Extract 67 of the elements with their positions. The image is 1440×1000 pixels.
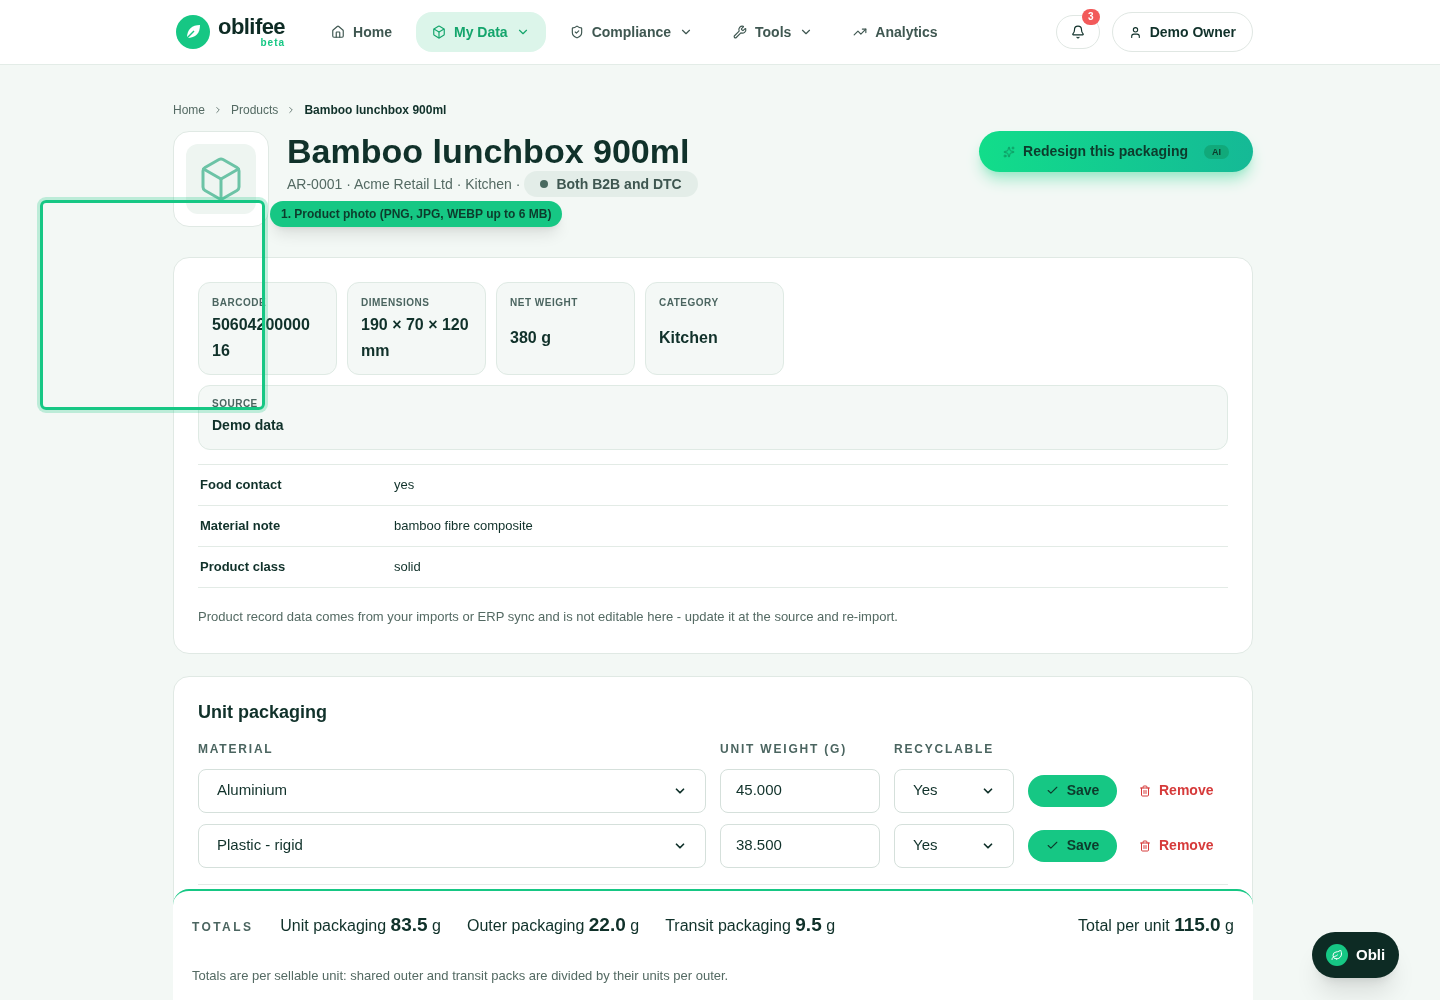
attribute-value: bamboo fibre composite <box>394 517 533 536</box>
redesign-button[interactable]: Redesign this packaging AI <box>979 131 1253 172</box>
total-item: Transit packaging 9.5 g <box>665 913 836 937</box>
attribute-name: Food contact <box>200 476 283 495</box>
product-meta: AR-0001 · Acme Retail Ltd · Kitchen · <box>287 174 521 194</box>
save-button[interactable]: Save <box>1028 774 1117 807</box>
stat-value: Kitchen <box>659 328 718 348</box>
channel-pill: Both B2B and DTC <box>524 171 698 197</box>
tour-tooltip: 1. Product photo (PNG, JPG, WEBP up to 6 MB) <box>270 201 563 227</box>
nav-item[interactable]: Analytics <box>837 12 954 52</box>
nav-item[interactable]: Compliance <box>553 12 709 52</box>
remove-button[interactable]: Remove <box>1139 835 1214 856</box>
totals-note: Totals are per sellable unit: shared outer and transit packs are divided by their units per outer. <box>192 966 730 985</box>
record-note: Product record data comes from your imports or ERP sync and is not editable here - update it at the source and re-import. <box>198 608 899 626</box>
totals-label: TOTALS <box>192 919 254 936</box>
notification-badge: 3 <box>1082 9 1100 25</box>
recyclable-select[interactable]: Yes <box>894 768 1014 813</box>
brand-name: oblifee <box>218 16 286 38</box>
breadcrumb-separator-icon <box>213 105 223 115</box>
column-header: RECYCLABLE <box>894 740 994 758</box>
stat-label: CATEGORY <box>659 296 720 310</box>
stat-label: NET WEIGHT <box>510 296 579 310</box>
cube-icon <box>431 25 446 39</box>
remove-button[interactable]: Remove <box>1139 780 1214 801</box>
check-icon <box>1045 784 1059 797</box>
material-select[interactable]: Aluminium <box>198 768 706 813</box>
breadcrumb-link[interactable]: Products <box>231 101 279 119</box>
stat-value: 190 × 70 × 120 mm <box>361 315 470 361</box>
total-item: Outer packaging 22.0 g <box>466 913 640 937</box>
beta-label: beta <box>260 38 286 48</box>
wrench-icon <box>733 25 747 39</box>
section-title: Unit packaging <box>198 700 328 724</box>
attribute-value: solid <box>394 558 421 577</box>
attribute-name: Material note <box>200 517 282 536</box>
source-value: Demo data <box>212 416 285 435</box>
breadcrumb-current: Bamboo lunchbox 900ml <box>304 102 447 119</box>
user-menu-button[interactable]: Demo Owner <box>1111 12 1253 52</box>
grand-total: Total per unit 115.0 g <box>1078 913 1234 937</box>
column-header: UNIT WEIGHT (G) <box>720 740 848 758</box>
material-select[interactable]: Plastic - rigid <box>198 823 706 868</box>
sparkle-icon <box>1003 145 1016 158</box>
breadcrumb-link[interactable]: Home <box>173 101 205 119</box>
shield-icon <box>569 25 584 39</box>
weight-field[interactable]: 45.000 <box>720 768 880 813</box>
total-item: Unit packaging 83.5 g <box>280 913 441 937</box>
trash-icon <box>1139 839 1151 852</box>
leaf-logo-icon <box>176 15 210 49</box>
check-icon <box>1045 839 1059 852</box>
column-header: MATERIAL <box>198 740 275 758</box>
product-title: Bamboo lunchbox 900ml <box>287 133 691 169</box>
weight-field[interactable]: 38.500 <box>720 823 880 868</box>
nav-item[interactable]: Tools <box>717 12 830 52</box>
attribute-name: Product class <box>200 558 287 577</box>
stat-value: 380 g <box>510 328 551 348</box>
bell-icon <box>1070 25 1085 39</box>
assistant-button[interactable]: Obli <box>1312 932 1400 978</box>
user-icon <box>1128 25 1142 39</box>
ai-badge: AI <box>1204 144 1229 159</box>
home-icon <box>331 25 346 39</box>
recyclable-select[interactable]: Yes <box>894 823 1014 868</box>
stat-label: DIMENSIONS <box>361 296 431 310</box>
save-button[interactable]: Save <box>1028 829 1117 862</box>
leaf-icon <box>1331 949 1343 961</box>
nav-item[interactable]: Home <box>315 12 408 52</box>
trash-icon <box>1139 784 1151 797</box>
source-label: SOURCE <box>212 397 259 411</box>
attribute-value: yes <box>394 476 415 495</box>
